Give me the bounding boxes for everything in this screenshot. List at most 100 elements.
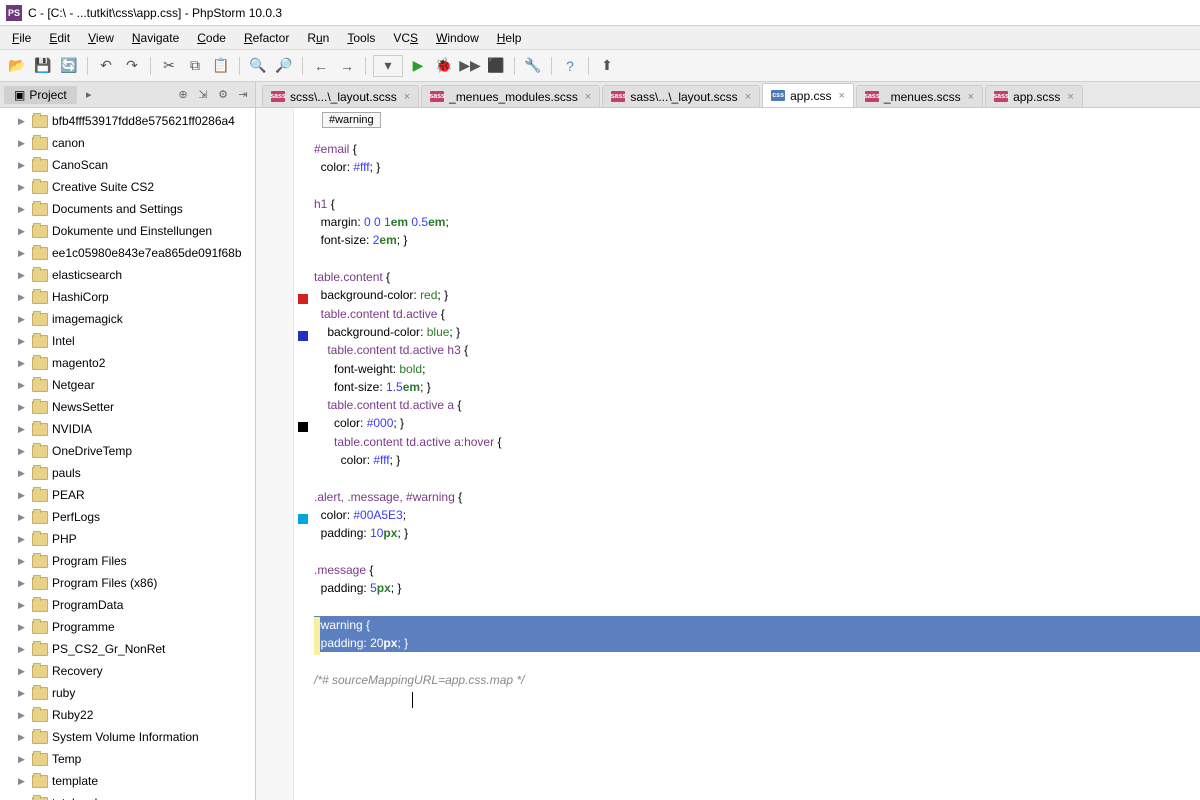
expand-arrow-icon[interactable]: ▶ bbox=[18, 248, 28, 259]
tree-item[interactable]: ▶Documents and Settings bbox=[0, 198, 255, 220]
menu-run[interactable]: Run bbox=[299, 29, 337, 47]
menu-file[interactable]: File bbox=[4, 29, 39, 47]
menu-window[interactable]: Window bbox=[428, 29, 487, 47]
expand-arrow-icon[interactable]: ▶ bbox=[18, 446, 28, 457]
tree-item[interactable]: ▶PS_CS2_Gr_NonRet bbox=[0, 638, 255, 660]
expand-arrow-icon[interactable]: ▶ bbox=[18, 710, 28, 721]
replace-icon[interactable]: 🔎 bbox=[273, 55, 295, 77]
color-swatch[interactable] bbox=[298, 331, 308, 341]
expand-arrow-icon[interactable]: ▶ bbox=[18, 556, 28, 567]
expand-arrow-icon[interactable]: ▶ bbox=[18, 688, 28, 699]
help-icon[interactable]: ? bbox=[559, 55, 581, 77]
cut-icon[interactable]: ✂ bbox=[158, 55, 180, 77]
tree-item[interactable]: ▶ee1c05980e843e7ea865de091f68b bbox=[0, 242, 255, 264]
expand-arrow-icon[interactable]: ▶ bbox=[18, 336, 28, 347]
tree-item[interactable]: ▶Dokumente und Einstellungen bbox=[0, 220, 255, 242]
settings-icon[interactable]: 🔧 bbox=[522, 55, 544, 77]
menu-view[interactable]: View bbox=[80, 29, 122, 47]
breadcrumb[interactable]: #warning bbox=[322, 112, 381, 128]
debug-icon[interactable]: 🐞 bbox=[433, 55, 455, 77]
menu-tools[interactable]: Tools bbox=[339, 29, 383, 47]
project-tab[interactable]: ▣ Project bbox=[4, 86, 77, 104]
expand-arrow-icon[interactable]: ▶ bbox=[18, 358, 28, 369]
tree-item[interactable]: ▶CanoScan bbox=[0, 154, 255, 176]
menu-refactor[interactable]: Refactor bbox=[236, 29, 297, 47]
editor-tab[interactable]: sassapp.scss× bbox=[985, 85, 1083, 107]
tree-item[interactable]: ▶ruby bbox=[0, 682, 255, 704]
expand-arrow-icon[interactable]: ▶ bbox=[18, 600, 28, 611]
code-editor[interactable]: #warning #email { color: #fff; } h1 { ma… bbox=[256, 108, 1200, 800]
editor-tab[interactable]: sass_menues_modules.scss× bbox=[421, 85, 600, 107]
menu-code[interactable]: Code bbox=[189, 29, 234, 47]
color-swatch[interactable] bbox=[298, 294, 308, 304]
forward-icon[interactable]: → bbox=[336, 55, 358, 77]
expand-arrow-icon[interactable]: ▶ bbox=[18, 512, 28, 523]
menu-help[interactable]: Help bbox=[489, 29, 530, 47]
expand-arrow-icon[interactable]: ▶ bbox=[18, 424, 28, 435]
editor-tab[interactable]: sassscss\...\_layout.scss× bbox=[262, 85, 419, 107]
tree-item[interactable]: ▶Program Files bbox=[0, 550, 255, 572]
tree-item[interactable]: ▶totalcmd bbox=[0, 792, 255, 800]
close-icon[interactable]: × bbox=[1067, 91, 1073, 103]
config-dropdown[interactable]: ▾ bbox=[373, 55, 403, 77]
expand-arrow-icon[interactable]: ▶ bbox=[18, 138, 28, 149]
close-icon[interactable]: × bbox=[745, 91, 751, 103]
open-icon[interactable]: 📂 bbox=[6, 55, 28, 77]
close-icon[interactable]: × bbox=[585, 91, 591, 103]
expand-arrow-icon[interactable]: ▶ bbox=[18, 666, 28, 677]
paste-icon[interactable]: 📋 bbox=[210, 55, 232, 77]
menu-navigate[interactable]: Navigate bbox=[124, 29, 187, 47]
hide-icon[interactable]: ⇥ bbox=[235, 87, 251, 103]
coverage-icon[interactable]: ▶▶ bbox=[459, 55, 481, 77]
expand-arrow-icon[interactable]: ▶ bbox=[18, 622, 28, 633]
expand-arrow-icon[interactable]: ▶ bbox=[18, 776, 28, 787]
expand-arrow-icon[interactable]: ▶ bbox=[18, 468, 28, 479]
run-icon[interactable]: ▶ bbox=[407, 55, 429, 77]
tree-item[interactable]: ▶PerfLogs bbox=[0, 506, 255, 528]
menu-vcs[interactable]: VCS bbox=[385, 29, 426, 47]
close-icon[interactable]: × bbox=[838, 90, 844, 102]
tree-item[interactable]: ▶NVIDIA bbox=[0, 418, 255, 440]
tree-item[interactable]: ▶HashiCorp bbox=[0, 286, 255, 308]
tree-item[interactable]: ▶Temp bbox=[0, 748, 255, 770]
tree-item[interactable]: ▶Netgear bbox=[0, 374, 255, 396]
editor-tab[interactable]: sass_menues.scss× bbox=[856, 85, 983, 107]
stop-icon[interactable]: ⬛ bbox=[485, 55, 507, 77]
expand-arrow-icon[interactable]: ▶ bbox=[18, 314, 28, 325]
collapse-icon[interactable]: ⇲ bbox=[195, 87, 211, 103]
tree-item[interactable]: ▶ProgramData bbox=[0, 594, 255, 616]
expand-arrow-icon[interactable]: ▶ bbox=[18, 182, 28, 193]
sync-icon[interactable]: 🔄 bbox=[58, 55, 80, 77]
tree-item[interactable]: ▶OneDriveTemp bbox=[0, 440, 255, 462]
code-content[interactable]: #warning #email { color: #fff; } h1 { ma… bbox=[314, 108, 1200, 800]
tree-item[interactable]: ▶Recovery bbox=[0, 660, 255, 682]
menu-edit[interactable]: Edit bbox=[41, 29, 78, 47]
expand-arrow-icon[interactable]: ▶ bbox=[18, 402, 28, 413]
editor-tab[interactable]: cssapp.css× bbox=[762, 83, 854, 107]
expand-arrow-icon[interactable]: ▶ bbox=[18, 534, 28, 545]
tree-item[interactable]: ▶Programme bbox=[0, 616, 255, 638]
expand-arrow-icon[interactable]: ▶ bbox=[18, 732, 28, 743]
expand-arrow-icon[interactable]: ▶ bbox=[18, 380, 28, 391]
tree-item[interactable]: ▶magento2 bbox=[0, 352, 255, 374]
back-icon[interactable]: ← bbox=[310, 55, 332, 77]
color-swatch[interactable] bbox=[298, 422, 308, 432]
expand-arrow-icon[interactable]: ▶ bbox=[18, 644, 28, 655]
tree-item[interactable]: ▶NewsSetter bbox=[0, 396, 255, 418]
close-icon[interactable]: × bbox=[404, 91, 410, 103]
tree-item[interactable]: ▶pauls bbox=[0, 462, 255, 484]
copy-icon[interactable]: ⧉ bbox=[184, 55, 206, 77]
tree-item[interactable]: ▶System Volume Information bbox=[0, 726, 255, 748]
tree-item[interactable]: ▶Program Files (x86) bbox=[0, 572, 255, 594]
redo-icon[interactable]: ↷ bbox=[121, 55, 143, 77]
expand-arrow-icon[interactable]: ▶ bbox=[18, 116, 28, 127]
expand-arrow-icon[interactable]: ▶ bbox=[18, 292, 28, 303]
expand-arrow-icon[interactable]: ▶ bbox=[18, 270, 28, 281]
tree-item[interactable]: ▶Intel bbox=[0, 330, 255, 352]
expand-arrow-icon[interactable]: ▶ bbox=[18, 754, 28, 765]
update-icon[interactable]: ⬆ bbox=[596, 55, 618, 77]
expand-arrow-icon[interactable]: ▶ bbox=[18, 578, 28, 589]
tree-item[interactable]: ▶Ruby22 bbox=[0, 704, 255, 726]
tree-item[interactable]: ▶PEAR bbox=[0, 484, 255, 506]
tree-item[interactable]: ▶imagemagick bbox=[0, 308, 255, 330]
